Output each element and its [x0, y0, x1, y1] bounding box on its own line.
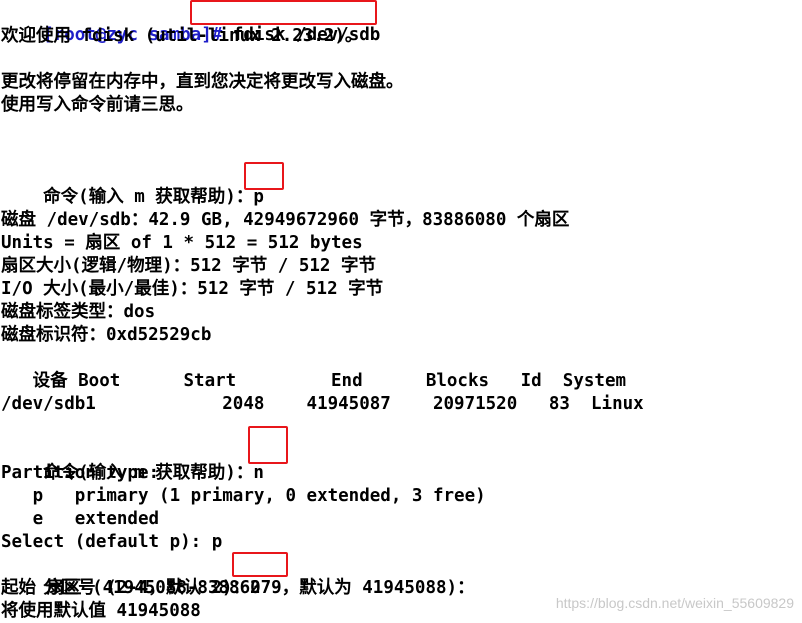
notice-line-2: 使用写入命令前请三思。: [1, 95, 194, 115]
command-prompt-line-1: 命令(输入 m 获取帮助)：p: [1, 163, 264, 207]
highlight-box-command: [190, 0, 377, 25]
partition-table-row: /dev/sdb1 2048 41945087 20971520 83 Linu…: [1, 394, 644, 414]
start-sector-line: 起始 扇区 (41945088-83886079，默认为 41945088)：: [1, 578, 475, 598]
sector-size-line: 扇区大小(逻辑/物理)：512 字节 / 512 字节: [1, 256, 377, 276]
highlight-box-input-2: [232, 552, 288, 577]
terminal-window[interactable]: [root@zyc samba]# fdisk /dev/sdb 欢迎使用 fd…: [0, 0, 802, 621]
command-prompt-line-2: 命令(输入 m 获取帮助)：n: [1, 439, 264, 483]
label-type-line: 磁盘标签类型：dos: [1, 302, 156, 322]
welcome-line: 欢迎使用 fdisk (util-linux 2.23.2)。: [1, 26, 363, 46]
units-line: Units = 扇区 of 1 * 512 = 512 bytes: [1, 233, 363, 253]
partition-type-line: Partition type:: [1, 463, 160, 483]
option-extended-line: e extended: [1, 509, 160, 529]
command-input-2: n: [253, 463, 264, 483]
select-line: Select (default p): p: [1, 532, 223, 552]
identifier-line: 磁盘标识符：0xd52529cb: [1, 325, 212, 345]
highlight-box-input-n: [248, 426, 288, 464]
io-size-line: I/O 大小(最小/最佳)：512 字节 / 512 字节: [1, 279, 384, 299]
partition-number-line: 分区号 (2-4，默认 2)：2: [1, 554, 260, 598]
partition-table-header: 设备 Boot Start End Blocks Id System: [1, 371, 627, 391]
default-value-line: 将使用默认值 41945088: [1, 601, 201, 621]
command-input-1: p: [253, 187, 264, 207]
option-primary-line: p primary (1 primary, 0 extended, 3 free…: [1, 486, 486, 506]
watermark: https://blog.csdn.net/weixin_55609829: [555, 595, 794, 611]
disk-info-line: 磁盘 /dev/sdb：42.9 GB, 42949672960 字节，8388…: [1, 210, 570, 230]
notice-line-1: 更改将停留在内存中，直到您决定将更改写入磁盘。: [1, 72, 404, 92]
command-prompt-1: 命令(输入 m 获取帮助)：: [43, 187, 254, 207]
highlight-box-input-p: [244, 162, 284, 190]
